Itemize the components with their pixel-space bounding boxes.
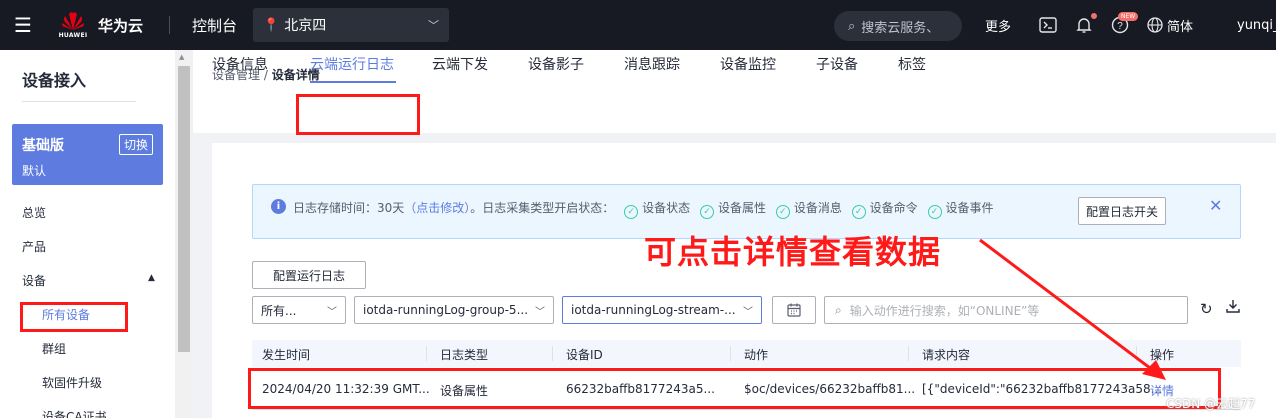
annotation-arrow: [979, 238, 1166, 380]
watermark: CSDN @云起77: [1166, 397, 1256, 411]
